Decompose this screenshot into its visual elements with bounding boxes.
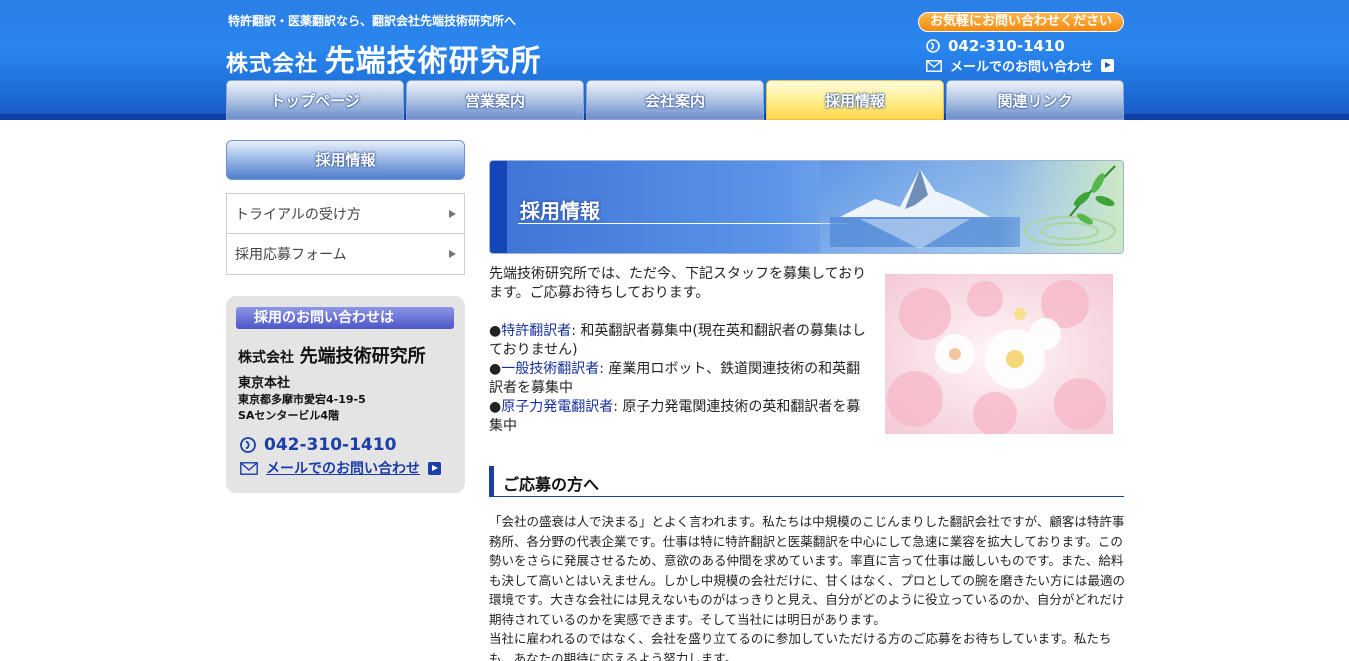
site-logo[interactable]: 株式会社 先端技術研究所 [226,36,542,80]
bullet: ● [489,361,502,377]
contact-address-line1: 東京都多摩市愛宕4-19-5 [238,393,366,406]
bullet: ● [489,323,502,339]
position-item: ●一般技術翻訳者: 産業用ロボット、鉄道関連技術の和英翻訳者を募集中 [489,360,873,398]
tab-links[interactable]: 関連リンク [946,80,1124,120]
contact-mail-link[interactable]: メールでのお問い合わせ [240,458,441,478]
applicant-paragraph-2: 当社に雇われるのではなく、会社を盛り立てるのに参加していただける方のご応募をお待… [489,631,1112,661]
sidebar-item-application-form[interactable]: 採用応募フォーム [227,234,464,274]
tab-top-page[interactable]: トップページ [226,80,404,120]
main-nav: トップページ 営業案内 会社案内 採用情報 関連リンク [226,80,1124,120]
banner-stripe [490,161,507,253]
section-heading-bar [489,466,494,496]
sidebar-item-label: トライアルの受け方 [235,206,361,223]
header-mail-label: メールでのお問い合わせ [950,60,1094,75]
contact-phone-number: 042-310-1410 [264,435,397,455]
position-item: ●原子力発電翻訳者: 原子力発電関連技術の英和翻訳者を募集中 [489,398,873,436]
applicant-paragraph-1: 「会社の盛衰は人で決まる」とよく言われます。私たちは中規模のこじんまりした翻訳会… [489,514,1126,627]
flower-image [885,274,1113,434]
recruit-contact-label: 採用のお問い合わせは [236,307,454,329]
contact-company-prefix: 株式会社 [238,350,294,366]
phone-icon [240,437,256,453]
banner-scenery-image [820,161,1123,253]
tab-recruitment[interactable]: 採用情報 [766,80,944,120]
triangle-right-icon [449,209,456,218]
header-phone-number: 042-310-1410 [948,37,1065,55]
sidebar-menu: トライアルの受け方 採用応募フォーム [226,193,465,275]
contact-pill: お気軽にお問い合わせください [918,12,1124,32]
arrow-right-icon [1101,59,1115,72]
position-item: ●特許翻訳者: 和英翻訳者募集中(現在英和翻訳者の募集はしておりません) [489,322,873,360]
contact-address-line2: SAセンタービル4階 [238,409,340,422]
contact-company: 株式会社 先端技術研究所 [238,342,426,368]
intro-text: 先端技術研究所では、ただ今、下記スタッフを募集しております。ご応募お待ちしており… [489,266,867,301]
header-tagline: 特許翻訳・医薬翻訳なら、翻訳会社先端技術研究所へ [228,14,517,28]
page-banner: 採用情報 [489,160,1124,254]
sidebar-heading: 採用情報 [226,140,465,180]
header-phone: 042-310-1410 [926,37,1065,55]
position-link-nuclear[interactable]: 原子力発電翻訳者 [501,399,613,415]
recruit-intro: 先端技術研究所では、ただ今、下記スタッフを募集しております。ご応募お待ちしており… [489,265,873,436]
recruit-contact-box: 採用のお問い合わせは 株式会社 先端技術研究所 東京本社 東京都多摩市愛宕4-1… [226,296,465,493]
sidebar-item-label: 採用応募フォーム [235,247,347,263]
triangle-right-icon [449,250,456,258]
mail-icon [240,461,258,475]
contact-office: 東京本社 [238,376,291,391]
position-link-patent[interactable]: 特許翻訳者 [501,323,571,339]
position-link-general-tech[interactable]: 一般技術翻訳者 [501,361,599,377]
applicant-message: 「会社の盛衰は人で決まる」とよく言われます。私たちは中規模のこじんまりした翻訳会… [489,512,1125,661]
sidebar-item-trial[interactable]: トライアルの受け方 [227,194,464,234]
contact-company-name: 先端技術研究所 [299,346,426,367]
brand-prefix: 株式会社 [226,52,319,77]
page-title: 採用情報 [520,199,600,223]
header-mail-link[interactable]: メールでのお問い合わせ [926,56,1115,75]
bullet: ● [489,399,502,415]
tab-business[interactable]: 営業案内 [406,80,584,120]
phone-icon [926,39,940,53]
arrow-right-icon [428,461,441,475]
contact-mail-label: メールでのお問い合わせ [266,461,420,477]
banner-underline [518,223,848,224]
section-heading-title: ご応募の方へ [503,475,600,494]
mail-icon [926,59,942,72]
contact-phone: 042-310-1410 [240,435,396,455]
tab-company[interactable]: 会社案内 [586,80,764,120]
section-heading: ご応募の方へ [489,466,1124,497]
brand-name: 先端技術研究所 [324,44,542,79]
